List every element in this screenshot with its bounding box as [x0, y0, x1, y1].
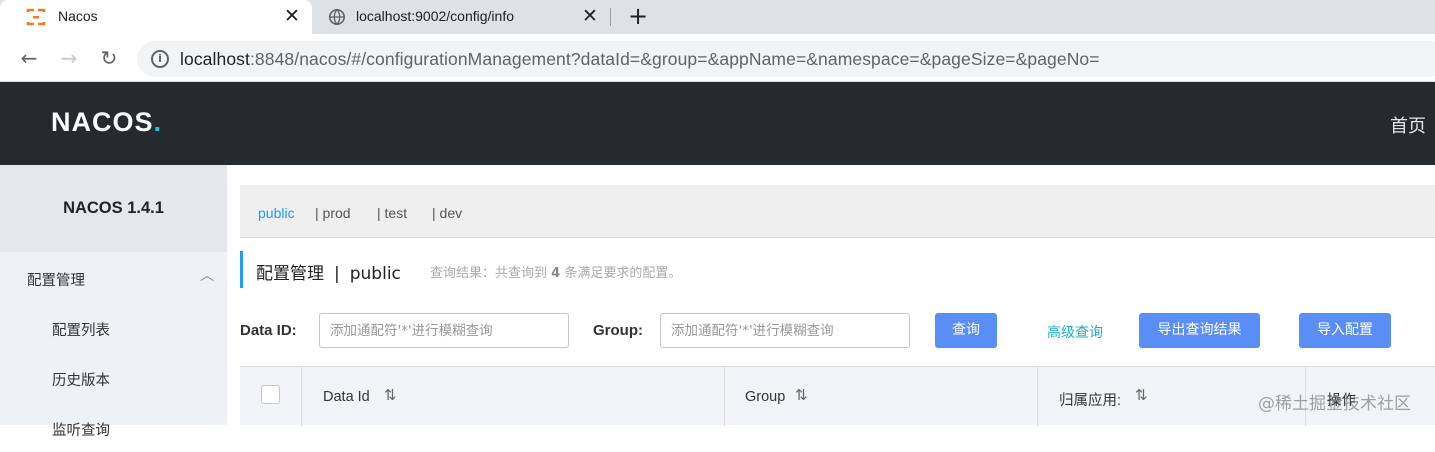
- column-header-group[interactable]: Group ⇅: [725, 367, 1038, 426]
- sidebar-group-config-management[interactable]: 配置管理 ︿: [0, 252, 227, 302]
- dataid-label: Data ID:: [240, 322, 297, 339]
- version-label: NACOS 1.4.1: [63, 199, 164, 217]
- advanced-query-link[interactable]: 高级查询: [1047, 322, 1103, 342]
- result-prefix: 查询结果：共查询到: [430, 266, 548, 281]
- column-label: 归属应用:: [1059, 393, 1122, 409]
- app-header: NACOS. 首页: [0, 82, 1435, 165]
- browser-toolbar: ← → ↻ i localhost:8848/nacos/#/configura…: [0, 34, 1435, 82]
- browser-tab-nacos[interactable]: Nacos ✕: [0, 0, 312, 34]
- page-title-separator: |: [334, 264, 340, 284]
- query-result-summary: 查询结果：共查询到 4 条满足要求的配置。: [430, 262, 681, 281]
- select-all-checkbox[interactable]: [261, 385, 280, 404]
- url-host: localhost: [180, 49, 250, 69]
- sidebar-item-label: 监听查询: [52, 423, 110, 439]
- forward-arrow-icon[interactable]: →: [57, 46, 81, 70]
- sidebar-version-block: NACOS 1.4.1: [0, 165, 227, 252]
- result-count: 4: [551, 266, 561, 281]
- url-text[interactable]: localhost:8848/nacos/#/configurationMana…: [180, 49, 1100, 70]
- export-results-button[interactable]: 导出查询结果: [1139, 313, 1260, 348]
- namespace-public[interactable]: public: [258, 205, 295, 221]
- close-tab-icon[interactable]: ✕: [579, 5, 601, 27]
- sort-icon[interactable]: ⇅: [384, 386, 397, 404]
- tab-title: Nacos: [58, 8, 98, 24]
- dataid-input[interactable]: [319, 313, 569, 348]
- watermark: @稀土掘金技术社区: [1258, 394, 1411, 414]
- group-label: Group:: [593, 322, 643, 339]
- nacos-logo[interactable]: NACOS.: [51, 107, 162, 138]
- nav-home-link[interactable]: 首页: [1390, 112, 1426, 138]
- page-title-namespace: public: [349, 264, 401, 284]
- import-config-button[interactable]: 导入配置: [1299, 313, 1391, 348]
- main-content: public | prod | test | dev 配置管理 | public 查…: [227, 165, 1435, 426]
- close-tab-icon[interactable]: ✕: [281, 5, 303, 27]
- tab-divider: [610, 8, 611, 26]
- table-header: Data Id ⇅ Group ⇅ 归属应用: ⇅ 操作: [240, 366, 1435, 426]
- sidebar-item-history[interactable]: 历史版本: [0, 352, 227, 402]
- column-label: Data Id: [323, 389, 370, 405]
- select-all-column: [240, 367, 302, 426]
- namespace-prod[interactable]: | prod: [315, 205, 351, 221]
- sidebar-item-config-list[interactable]: 配置列表: [0, 302, 227, 352]
- logo-text: NACOS: [51, 107, 154, 137]
- address-bar[interactable]: i localhost:8848/nacos/#/configurationMa…: [137, 41, 1435, 77]
- namespace-dev[interactable]: | dev: [432, 205, 462, 221]
- logo-dot: .: [153, 107, 163, 137]
- result-suffix: 条满足要求的配置。: [564, 266, 682, 281]
- sidebar-group-label: 配置管理: [27, 273, 85, 289]
- reload-icon[interactable]: ↻: [97, 46, 121, 70]
- info-icon[interactable]: i: [151, 50, 169, 68]
- browser-tab-config-info[interactable]: localhost:9002/config/info ✕: [312, 0, 610, 34]
- sort-icon[interactable]: ⇅: [1135, 386, 1148, 404]
- sort-icon[interactable]: ⇅: [795, 386, 808, 404]
- column-label: Group: [745, 389, 786, 405]
- column-header-dataid[interactable]: Data Id ⇅: [302, 367, 725, 426]
- namespace-test[interactable]: | test: [377, 205, 407, 221]
- page-title: 配置管理 | public: [256, 259, 401, 284]
- sidebar-item-label: 历史版本: [52, 373, 110, 389]
- browser-tabstrip: Nacos ✕ localhost:9002/config/info ✕ +: [0, 0, 1435, 34]
- nacos-favicon-icon: [26, 8, 46, 26]
- sidebar: NACOS 1.4.1 配置管理 ︿ 配置列表 历史版本 监听查询: [0, 165, 227, 439]
- sidebar-item-label: 配置列表: [52, 323, 110, 339]
- back-arrow-icon[interactable]: ←: [17, 46, 41, 70]
- group-input[interactable]: [660, 313, 910, 348]
- tab-title: localhost:9002/config/info: [356, 8, 514, 24]
- page-title-text: 配置管理: [256, 264, 324, 284]
- title-accent-bar: [240, 251, 243, 288]
- chevron-up-icon: ︿: [200, 268, 214, 284]
- sidebar-item-listener-query[interactable]: 监听查询: [0, 402, 227, 452]
- globe-icon: [328, 8, 346, 26]
- url-path: :8848/nacos/#/configurationManagement?da…: [249, 49, 1100, 69]
- new-tab-button[interactable]: +: [624, 2, 652, 30]
- query-button[interactable]: 查询: [935, 313, 997, 348]
- namespace-bar: public | prod | test | dev: [240, 185, 1435, 238]
